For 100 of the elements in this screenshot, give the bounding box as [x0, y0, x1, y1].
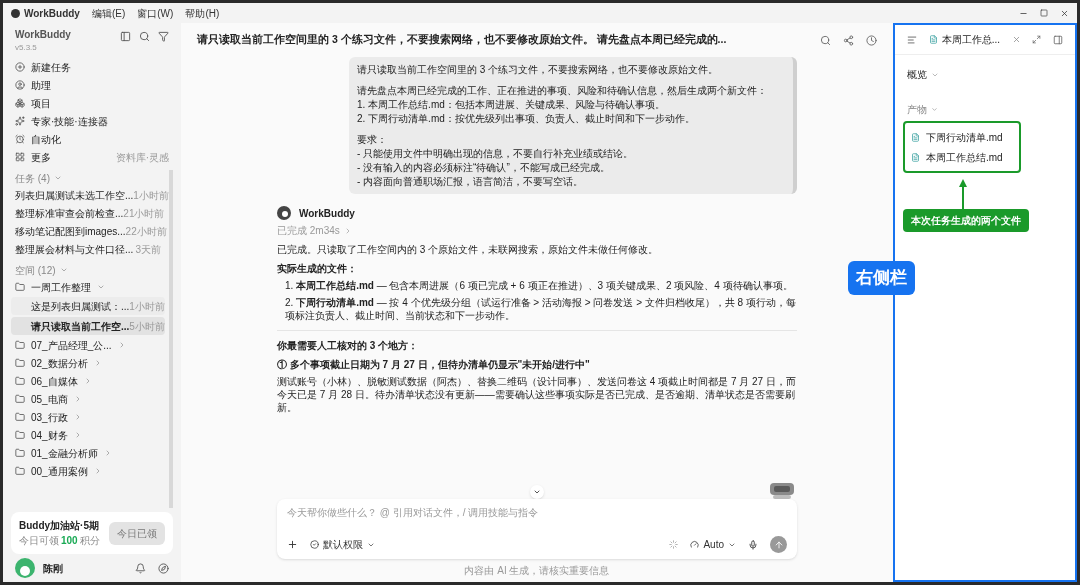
clock-icon[interactable]	[866, 34, 877, 46]
task-item[interactable]: 移动笔记配图到images...	[15, 223, 126, 239]
section-header: 任务 (4)	[15, 171, 50, 186]
space-item[interactable]: 00_通用案例	[31, 463, 88, 479]
folder-icon	[15, 466, 25, 476]
space-item[interactable]: 01_金融分析师	[31, 445, 98, 461]
conversation-title: 请只读取当前工作空间里的 3 个练习文件，不要搜索网络，也不要修改原始文件。 请先盘点本周已经完成的...	[197, 32, 727, 48]
arrow-icon	[958, 177, 968, 209]
plus-circle-icon	[15, 62, 25, 72]
space-item[interactable]: 一周工作整理	[31, 279, 91, 295]
nav-item[interactable]: 更多	[31, 149, 51, 165]
arrow-up-icon	[773, 539, 784, 550]
task-item[interactable]: 列表归属测试未选工作空...	[15, 187, 134, 203]
message-line: 1. 本周工作总结.md：包括本周进展、关键成果、风险与待确认事项。	[357, 98, 666, 111]
space-item[interactable]: 02_数据分析	[31, 355, 88, 371]
nav-hint: 资料库·灵感	[115, 150, 169, 165]
promo-unit: 积分	[79, 534, 100, 548]
answer-paragraph: 测试账号（小林）、脱敏测试数据（阿杰）、替换二维码（设计同事）、发送问卷这 4 项截止时间都是 7 月 27 日，而今天已是 7 月 28 日。待办清单状态没有更新——需要确认这些事项实际是否已完成、是否逾期、清单状态是否需要刷新。	[277, 375, 797, 414]
message-line: - 内容面向普通职场汇报，语言简洁，不要写空话。	[357, 175, 585, 188]
close-icon[interactable]	[1060, 8, 1069, 18]
space-task-item[interactable]: 这是列表归属测试：...1小时前	[11, 297, 165, 315]
menu-item[interactable]: 编辑(E)	[91, 5, 126, 21]
avatar-icon[interactable]	[15, 558, 35, 578]
scroll-down-button[interactable]	[530, 485, 544, 499]
file-item[interactable]: 本周工作总结.md	[905, 147, 1019, 167]
answer-paragraph: 已完成。只读取了工作空间内的 3 个原始文件，未联网搜索，原始文件未做任何修改。	[277, 243, 660, 256]
search-icon[interactable]	[139, 31, 150, 42]
file-tab[interactable]: 本周工作总...	[928, 32, 1000, 47]
promo-text: 今日可领	[19, 534, 59, 548]
send-button[interactable]	[770, 536, 787, 553]
sparkles-icon	[15, 116, 25, 126]
assistant-name: WorkBuddy	[299, 206, 355, 220]
folder-icon	[15, 394, 25, 404]
task-time: 1小时前	[133, 188, 169, 203]
permission-button[interactable]: 默认权限	[310, 537, 375, 552]
nav-item[interactable]: 新建任务	[31, 59, 71, 75]
robot-drawing	[767, 481, 797, 499]
space-item[interactable]: 06_自媒体	[31, 373, 78, 389]
nav-item[interactable]: 自动化	[31, 131, 61, 147]
space-item[interactable]: 07_产品经理_公...	[31, 337, 112, 353]
bell-icon[interactable]	[135, 562, 146, 574]
task-time: 22小时前	[125, 224, 167, 239]
folder-icon	[15, 448, 25, 458]
nav-item[interactable]: 项目	[31, 95, 51, 111]
section-heading: 实际生成的文件：	[277, 262, 358, 275]
task-item[interactable]: 整理展会材料与文件口径...	[15, 241, 134, 257]
nav-item[interactable]: 助理	[31, 77, 51, 93]
search-icon[interactable]	[820, 34, 831, 46]
app-name: WorkBuddy	[24, 6, 80, 21]
share-icon[interactable]	[843, 34, 854, 46]
menu-item[interactable]: 帮助(H)	[185, 5, 220, 21]
folder-icon	[15, 358, 25, 368]
message-line: 2. 下周行动清单.md：按优先级列出事项、负责人、截止时间和下一步动作。	[357, 112, 696, 125]
folder-icon	[15, 376, 25, 386]
folder-icon	[15, 430, 25, 440]
space-item[interactable]: 03_行政	[31, 409, 68, 425]
chevron-down-icon	[533, 488, 541, 496]
space-item[interactable]: 05_电商	[31, 391, 68, 407]
model-selector[interactable]: Auto	[690, 537, 736, 552]
overview-toggle[interactable]: 概览	[895, 67, 1075, 82]
microphone-icon[interactable]	[748, 539, 758, 550]
message-line: 请先盘点本周已经完成的工作、正在推进的事项、风险和待确认信息，然后生成两个新文件：	[357, 84, 768, 97]
sidebar-toggle-icon[interactable]	[120, 31, 131, 42]
folder-icon	[15, 282, 25, 292]
check-circle-icon	[310, 540, 319, 549]
close-icon[interactable]	[1011, 35, 1021, 44]
task-time: 21小时前	[123, 206, 165, 221]
expand-icon[interactable]	[1032, 35, 1042, 44]
maximize-icon[interactable]	[1040, 9, 1048, 17]
chevron-down-icon	[931, 106, 938, 113]
alarm-clock-icon	[15, 134, 25, 144]
task-time: 3天前	[135, 242, 161, 257]
promo-title: Buddy加油站·5期	[19, 519, 100, 533]
file-icon	[911, 152, 920, 162]
gauge-icon	[690, 540, 700, 549]
callout-label: 右侧栏	[848, 261, 915, 295]
nav-item[interactable]: 专家·技能·连接器	[31, 113, 108, 129]
issue-title: ① 多个事项截止日期为 7 月 27 日，但待办清单仍显示"未开始/进行中"	[277, 358, 591, 371]
list-item-text: 2. 下周行动清单.md — 按 4 个优先级分组（试运行准备 > 活动海报 > 问卷发送 > 文件归档收尾），共 8 项行动，每项标注负责人、截止时间、当前状态和下一步动作。	[285, 296, 797, 322]
menu-icon[interactable]	[907, 34, 917, 45]
assistant-avatar-icon	[277, 206, 291, 220]
chevron-down-icon[interactable]	[97, 283, 105, 291]
file-item[interactable]: 下周行动清单.md	[905, 127, 1019, 147]
panel-toggle-icon[interactable]	[1052, 34, 1063, 45]
app-version: v5.3.5	[15, 42, 38, 54]
space-task-item[interactable]: 请只读取当前工作空...5小时前	[11, 317, 165, 335]
space-item[interactable]: 04_财务	[31, 427, 68, 443]
app-title: WorkBuddy	[15, 28, 71, 42]
chevron-down-icon[interactable]	[59, 266, 68, 274]
message-line: 要求：	[357, 133, 388, 146]
person-icon	[15, 80, 25, 90]
plus-icon[interactable]	[287, 539, 298, 550]
menu-item[interactable]: 窗口(W)	[137, 5, 174, 21]
disclaimer: 内容由 AI 生成，请核实重要信息	[463, 564, 611, 578]
filter-icon[interactable]	[158, 31, 169, 42]
task-item[interactable]: 整理标准审查会前检查...	[15, 205, 124, 221]
chevron-down-icon[interactable]	[54, 174, 62, 182]
file-icon	[928, 35, 938, 44]
outputs-toggle[interactable]: 产物	[895, 102, 1075, 117]
compass-icon[interactable]	[158, 562, 169, 574]
